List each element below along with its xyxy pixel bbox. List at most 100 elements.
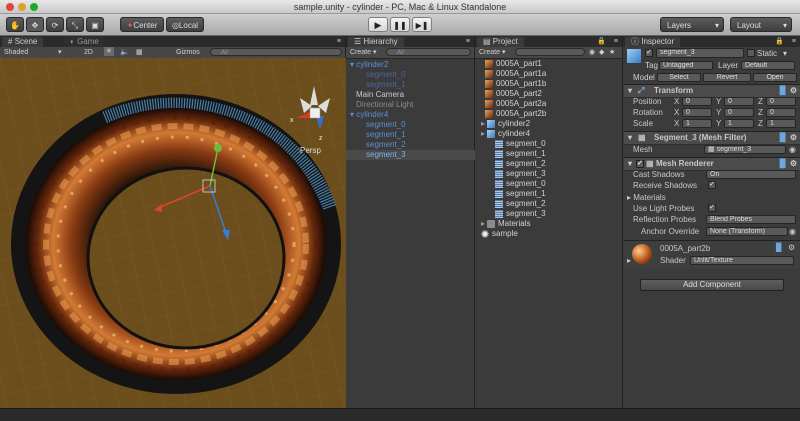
minimize-window-button[interactable] <box>18 3 26 11</box>
transform-x-field[interactable]: 0 <box>682 108 712 117</box>
transform-header[interactable]: ▾ ⤢ Transform ▉ ⚙ <box>624 84 800 98</box>
axis-y-label[interactable]: Y <box>716 119 721 128</box>
step-button[interactable]: ▶❚ <box>412 17 432 32</box>
filter-by-label-icon[interactable]: ◆ <box>599 48 604 57</box>
object-picker-icon[interactable]: ◉ <box>789 227 796 236</box>
hand-tool-button[interactable]: ✋ <box>6 17 24 32</box>
gizmos-dropdown[interactable]: Gizmos <box>176 48 200 57</box>
axis-y-label[interactable]: Y <box>716 108 721 117</box>
hierarchy-item[interactable]: segment_1 <box>346 130 495 140</box>
hierarchy-item[interactable]: segment_2 <box>346 140 495 150</box>
gameobject-active-checkbox[interactable]: ✓ <box>645 49 653 57</box>
pause-button[interactable]: ❚❚ <box>390 17 410 32</box>
help-book-icon[interactable]: ▉ <box>780 85 786 97</box>
gear-icon[interactable]: ⚙ <box>790 85 797 97</box>
scene-search-input[interactable]: All <box>210 48 342 56</box>
hierarchy-item[interactable]: segment_3 <box>346 150 495 160</box>
model-revert-button[interactable]: Revert <box>703 73 751 82</box>
project-item[interactable]: 0005A_part2b <box>485 109 546 119</box>
static-checkbox[interactable] <box>747 49 755 57</box>
transform-z-field[interactable]: 1 <box>766 119 796 128</box>
rect-tool-button[interactable]: ▣ <box>86 17 104 32</box>
tab-project[interactable]: ▤ Project <box>477 37 524 47</box>
panel-menu-icon[interactable]: ≡ <box>337 37 341 46</box>
project-item[interactable]: segment_3 <box>495 209 546 219</box>
transform-y-field[interactable]: 0 <box>724 97 754 106</box>
gear-icon[interactable]: ⚙ <box>788 243 795 252</box>
axis-y-label[interactable]: Y <box>716 97 721 106</box>
tab-scene[interactable]: # Scene <box>2 37 44 47</box>
axis-x-label[interactable]: X <box>674 97 679 106</box>
audio-toggle-icon[interactable]: 🔈 <box>120 48 129 57</box>
hierarchy-item[interactable]: segment_1 <box>346 80 495 90</box>
axis-z-label[interactable]: Z <box>758 97 763 106</box>
materials-foldout[interactable]: ▸ Materials <box>627 193 666 202</box>
project-item[interactable]: 0005A_part1b <box>485 79 546 89</box>
transform-y-field[interactable]: 0 <box>724 108 754 117</box>
foldout-arrow-icon[interactable]: ▸ <box>481 119 485 128</box>
close-window-button[interactable] <box>6 3 14 11</box>
hierarchy-item[interactable]: Directional Light <box>346 100 485 110</box>
model-select-button[interactable]: Select <box>657 73 701 82</box>
mesh-renderer-enabled-checkbox[interactable]: ✓ <box>636 160 644 168</box>
rotate-tool-button[interactable]: ⟳ <box>46 17 64 32</box>
zoom-window-button[interactable] <box>30 3 38 11</box>
foldout-arrow-icon[interactable]: ▸ <box>627 256 631 265</box>
chevron-down-icon[interactable]: ▾ <box>783 49 787 58</box>
gameobject-name-field[interactable]: segment_3 <box>656 48 744 58</box>
receive-shadows-checkbox[interactable]: ✓ <box>708 181 716 189</box>
shader-dropdown[interactable]: Unlit/Texture <box>690 256 794 265</box>
help-book-icon[interactable]: ▉ <box>780 132 786 144</box>
project-item[interactable]: segment_2 <box>495 199 546 209</box>
axis-x-label[interactable]: X <box>674 108 679 117</box>
hierarchy-create-button[interactable]: Create ▾ <box>350 48 376 57</box>
help-book-icon[interactable]: ▉ <box>776 243 782 252</box>
project-item[interactable]: 0005A_part1 <box>485 59 542 69</box>
project-item[interactable]: 0005A_part2 <box>485 89 542 99</box>
filter-by-type-icon[interactable]: ◉ <box>589 48 595 57</box>
add-component-button[interactable]: Add Component <box>640 279 784 291</box>
lock-icon[interactable]: 🔒 <box>775 37 784 46</box>
hierarchy-search-input[interactable]: All <box>386 48 471 56</box>
project-item[interactable]: ▸ Materials <box>481 219 530 229</box>
play-button[interactable]: ▶ <box>368 17 388 32</box>
transform-x-field[interactable]: 0 <box>682 97 712 106</box>
project-item[interactable]: 0005A_part1a <box>485 69 546 79</box>
lock-icon[interactable]: 🔒 <box>597 37 606 46</box>
persp-label[interactable]: ⫶Persp <box>298 146 321 156</box>
layer-dropdown[interactable]: Default <box>741 61 795 70</box>
pivot-local-button[interactable]: ◎Local <box>166 17 204 32</box>
help-book-icon[interactable]: ▉ <box>780 158 786 170</box>
axis-z-label[interactable]: Z <box>758 108 763 117</box>
panel-menu-icon[interactable]: ≡ <box>466 37 470 46</box>
foldout-arrow-icon[interactable]: ▸ <box>481 219 485 228</box>
gear-icon[interactable]: ⚙ <box>790 158 797 170</box>
scene-viewport[interactable]: x z ⫶Persp <box>0 58 346 408</box>
project-item[interactable]: 0005A_part2a <box>485 99 546 109</box>
axis-x-label[interactable]: X <box>674 119 679 128</box>
project-item[interactable]: segment_3 <box>495 169 546 179</box>
tab-hierarchy[interactable]: ☰ Hierarchy <box>348 37 404 47</box>
model-open-button[interactable]: Open <box>753 73 797 82</box>
effects-toggle-icon[interactable]: ▦ <box>136 48 143 57</box>
project-item[interactable]: sample <box>481 229 518 239</box>
reflection-probes-dropdown[interactable]: Blend Probes <box>706 215 796 224</box>
transform-x-field[interactable]: 1 <box>682 119 712 128</box>
transform-z-field[interactable]: 0 <box>766 97 796 106</box>
axis-z-label[interactable]: Z <box>758 119 763 128</box>
panel-menu-icon[interactable]: ≡ <box>614 37 618 46</box>
foldout-arrow-icon[interactable]: ▸ <box>481 129 485 138</box>
project-item[interactable]: segment_1 <box>495 189 546 199</box>
hierarchy-item[interactable]: ▾ cylinder2 <box>346 60 479 70</box>
scale-tool-button[interactable]: ⤡ <box>66 17 84 32</box>
lighting-toggle-icon[interactable]: ✳ <box>104 47 114 56</box>
gizmo-center-cube[interactable] <box>309 107 321 119</box>
cast-shadows-dropdown[interactable]: On <box>706 170 796 179</box>
transform-z-field[interactable]: 0 <box>766 108 796 117</box>
shading-dropdown[interactable]: Shaded <box>4 48 28 57</box>
transform-y-field[interactable]: 1 <box>724 119 754 128</box>
project-item[interactable]: segment_2 <box>495 159 546 169</box>
hierarchy-item[interactable]: Main Camera <box>346 90 485 100</box>
project-item[interactable]: ▸ cylinder2 <box>481 119 530 129</box>
object-picker-icon[interactable]: ◉ <box>789 145 796 154</box>
